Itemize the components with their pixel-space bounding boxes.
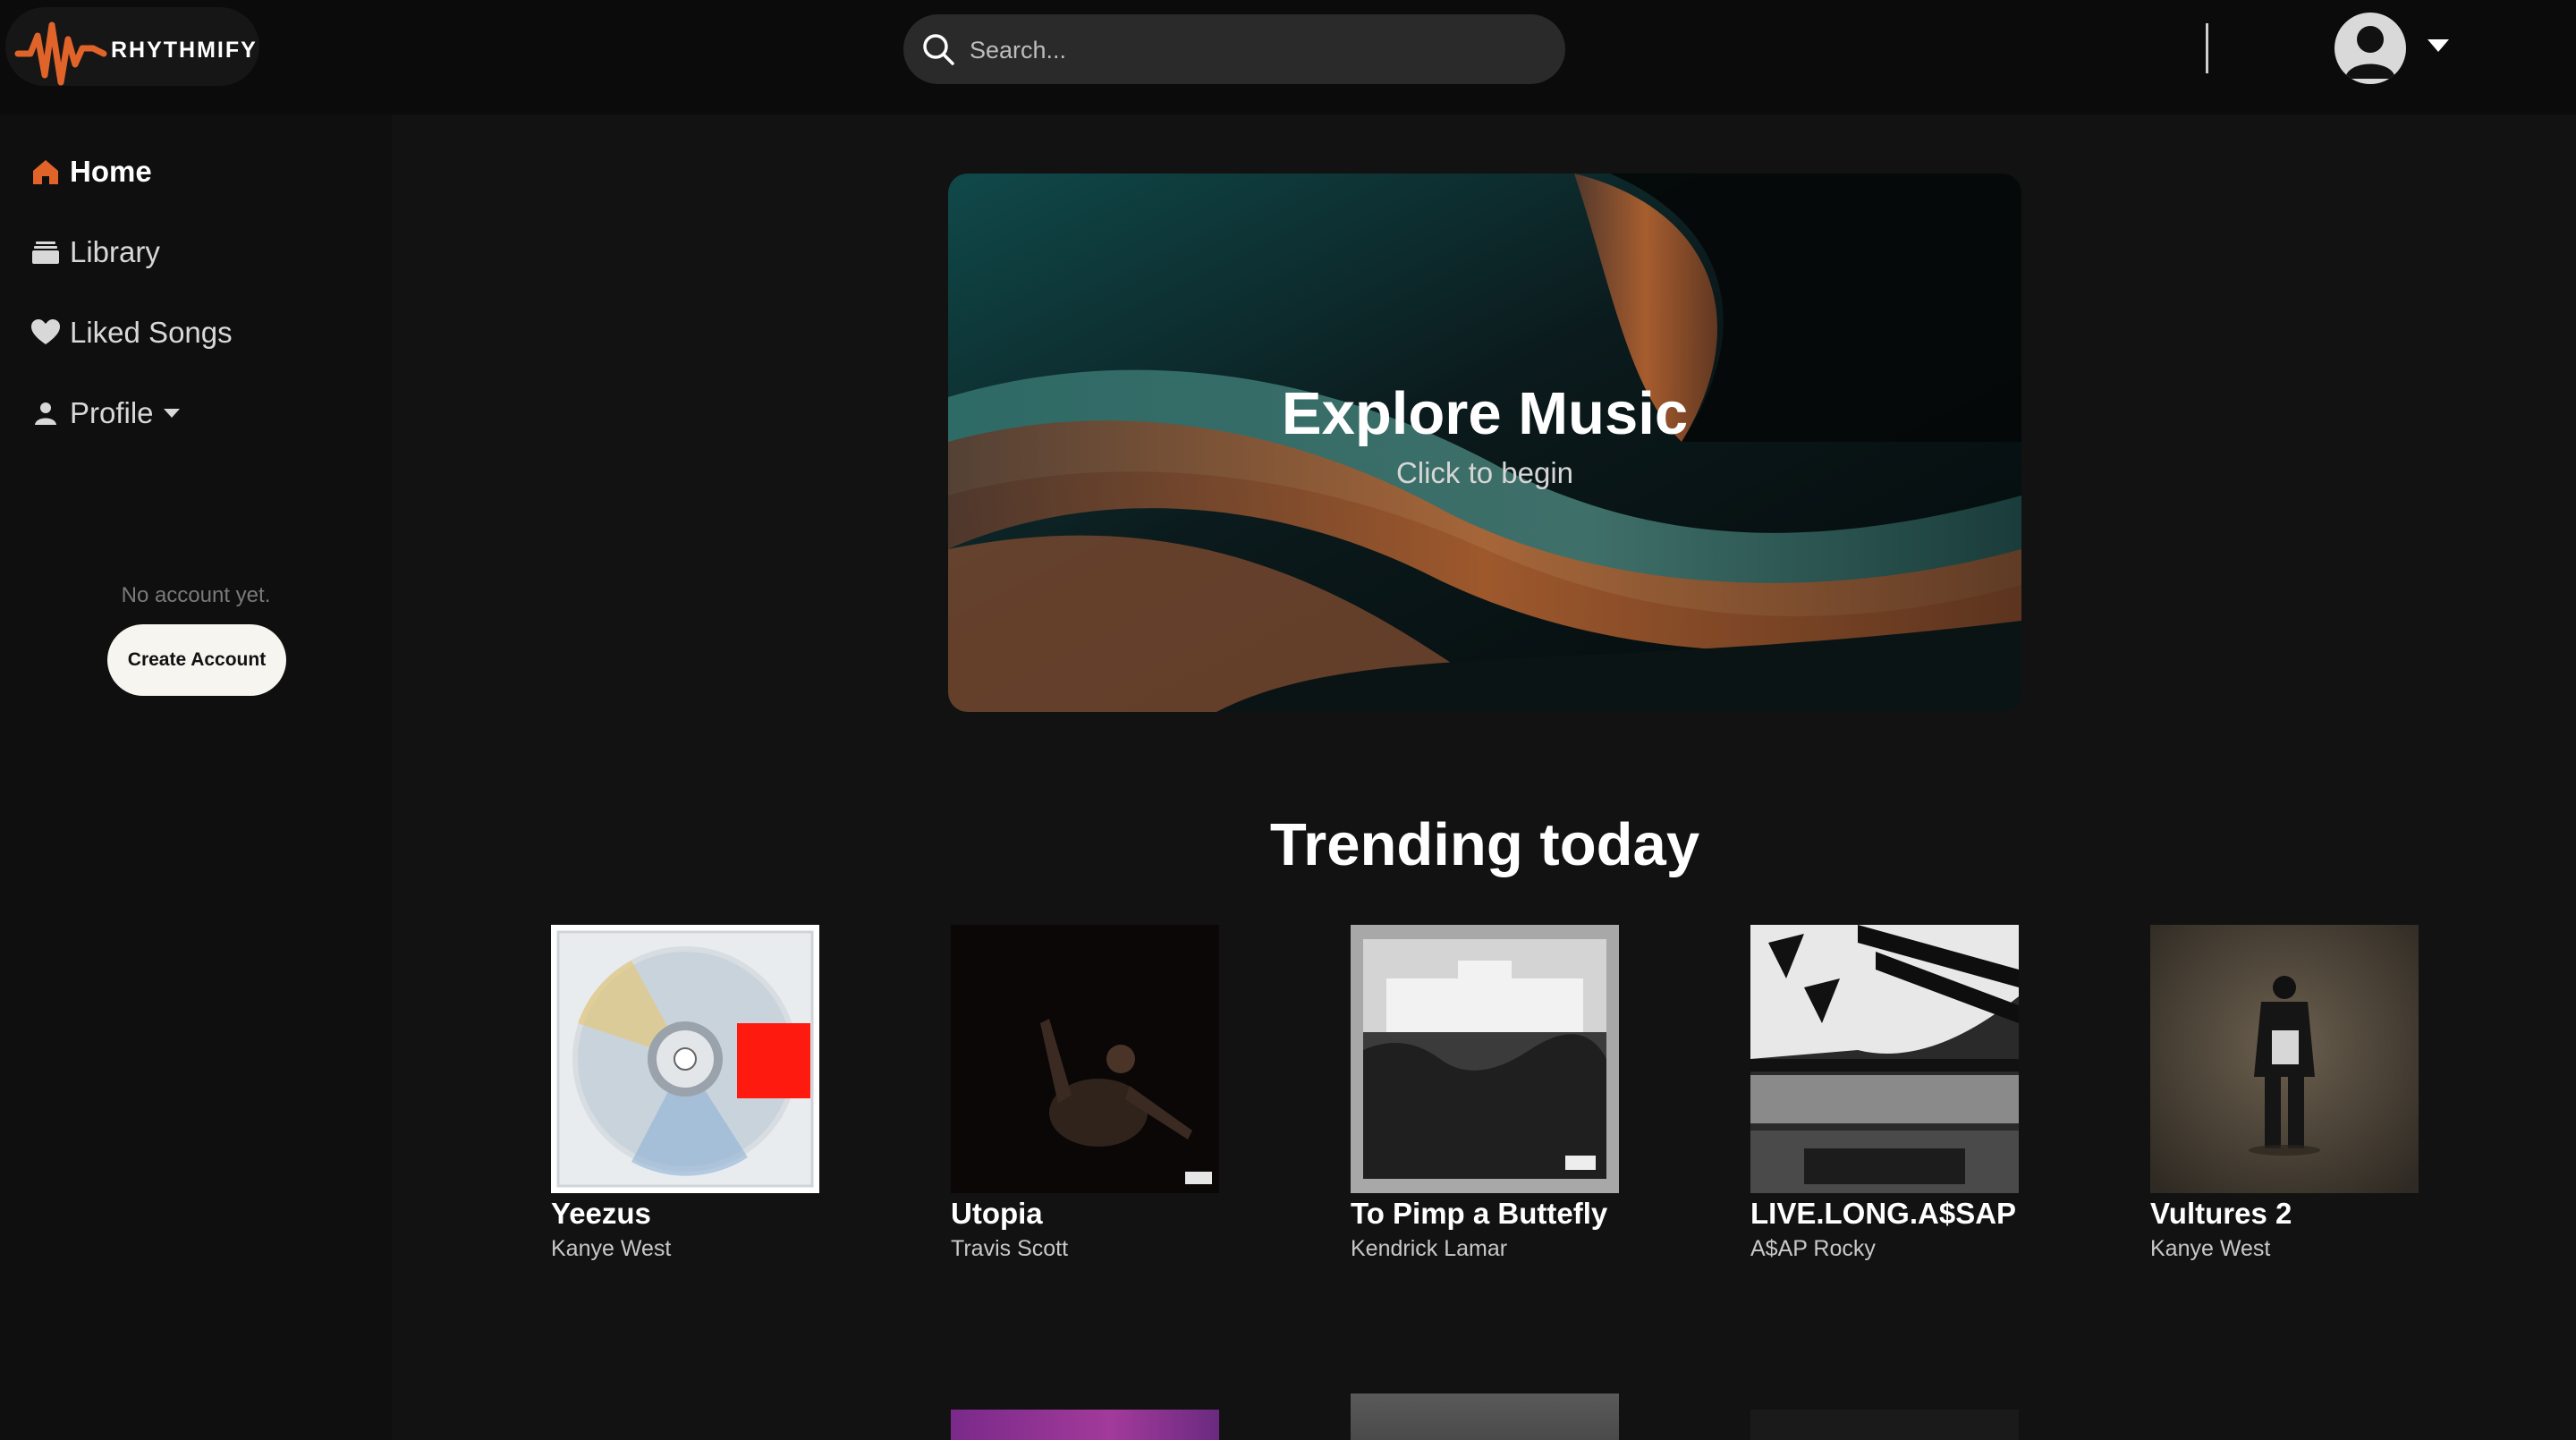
waveform-logo-icon — [14, 21, 107, 86]
album-artist: Kanye West — [2150, 1236, 2271, 1261]
library-icon — [32, 241, 59, 264]
album-title: Vultures 2 — [2150, 1197, 2292, 1230]
sidebar: Home Library Liked Songs Profile No acco… — [0, 114, 392, 1440]
header-divider — [2206, 23, 2208, 73]
create-account-button[interactable]: Create Account — [107, 624, 286, 696]
album-cover — [2150, 925, 2419, 1193]
album-card[interactable]: To Pimp a Buttefly Kendrick Lamar — [1351, 925, 1619, 1262]
album-artist: Travis Scott — [951, 1236, 1069, 1261]
album-card[interactable] — [1351, 1393, 1619, 1440]
no-account-text: No account yet. — [121, 583, 271, 607]
album-artist: Kendrick Lamar — [1351, 1236, 1508, 1261]
chevron-down-icon — [163, 409, 180, 418]
album-title: Utopia — [951, 1197, 1043, 1230]
caret-down-icon[interactable] — [2426, 36, 2451, 55]
album-cover — [1351, 925, 1619, 1193]
album-title: To Pimp a Buttefly — [1351, 1197, 1608, 1230]
heart-icon — [31, 319, 60, 344]
album-cover — [951, 1410, 1219, 1440]
album-card[interactable]: Yeezus Kanye West — [551, 925, 819, 1262]
sidebar-item-library[interactable]: Library — [30, 225, 160, 279]
search-input[interactable] — [968, 27, 1544, 73]
album-cover — [951, 925, 1219, 1193]
album-title: LIVE.LONG.A$SAP — [1750, 1197, 2017, 1230]
hero-title: Explore Music — [1281, 380, 1689, 447]
person-icon — [35, 402, 56, 425]
trending-title: Trending today — [1269, 811, 1700, 878]
user-avatar-icon[interactable] — [2334, 13, 2406, 84]
top-bar: RHYTHMIFY — [0, 0, 2576, 114]
album-card[interactable]: Utopia Travis Scott — [951, 925, 1219, 1262]
album-cover — [551, 925, 819, 1193]
sidebar-item-label: Home — [70, 155, 152, 188]
album-cover — [1750, 1410, 2019, 1440]
album-card[interactable] — [951, 1410, 1219, 1440]
sidebar-item-label: Profile — [70, 396, 154, 429]
album-card[interactable]: LIVE.LONG.A$SAP A$AP Rocky — [1750, 925, 2019, 1262]
sidebar-item-home[interactable]: Home — [30, 145, 152, 199]
hero-subtitle: Click to begin — [1395, 456, 1574, 489]
album-artist: Kanye West — [551, 1236, 672, 1261]
home-icon — [33, 160, 58, 184]
sidebar-item-label: Library — [70, 235, 160, 268]
explore-music-banner[interactable]: Explore Music Click to begin — [948, 174, 2021, 712]
sidebar-item-liked-songs[interactable]: Liked Songs — [30, 306, 233, 360]
album-cover — [1750, 925, 2019, 1193]
sidebar-item-profile[interactable]: Profile — [30, 386, 181, 440]
album-cover — [1351, 1393, 1619, 1440]
search-icon — [923, 34, 954, 65]
album-artist: A$AP Rocky — [1750, 1236, 1876, 1261]
sidebar-item-label: Liked Songs — [70, 316, 233, 349]
album-title: Yeezus — [551, 1197, 651, 1230]
app-logo[interactable]: RHYTHMIFY — [5, 7, 259, 86]
search-bar[interactable] — [903, 14, 1565, 84]
album-card[interactable] — [1750, 1410, 2019, 1440]
album-card[interactable]: Vultures 2 Kanye West — [2150, 925, 2419, 1262]
app-name: RHYTHMIFY — [111, 38, 258, 63]
